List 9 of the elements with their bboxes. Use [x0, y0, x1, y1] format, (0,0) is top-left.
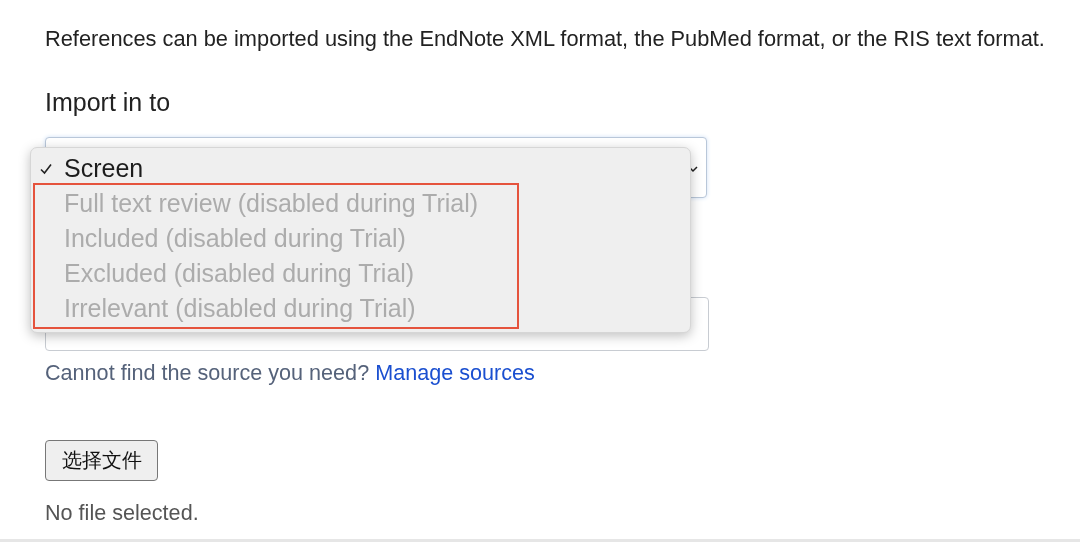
manage-sources-link[interactable]: Manage sources [375, 360, 535, 385]
intro-text: References can be imported using the EndNote XML format, the PubMed format, or the RIS text format. [45, 27, 1046, 51]
dropdown-option[interactable]: Screen [31, 151, 690, 186]
chevron-icon [688, 163, 698, 173]
checkmark-icon [40, 162, 52, 175]
help-text: Cannot find the source you need? Manage sources [45, 360, 536, 386]
file-status-text: No file selected. [45, 500, 200, 526]
field-label: Import in to [45, 88, 172, 116]
choose-file-button[interactable]: 选择文件 [45, 440, 158, 481]
